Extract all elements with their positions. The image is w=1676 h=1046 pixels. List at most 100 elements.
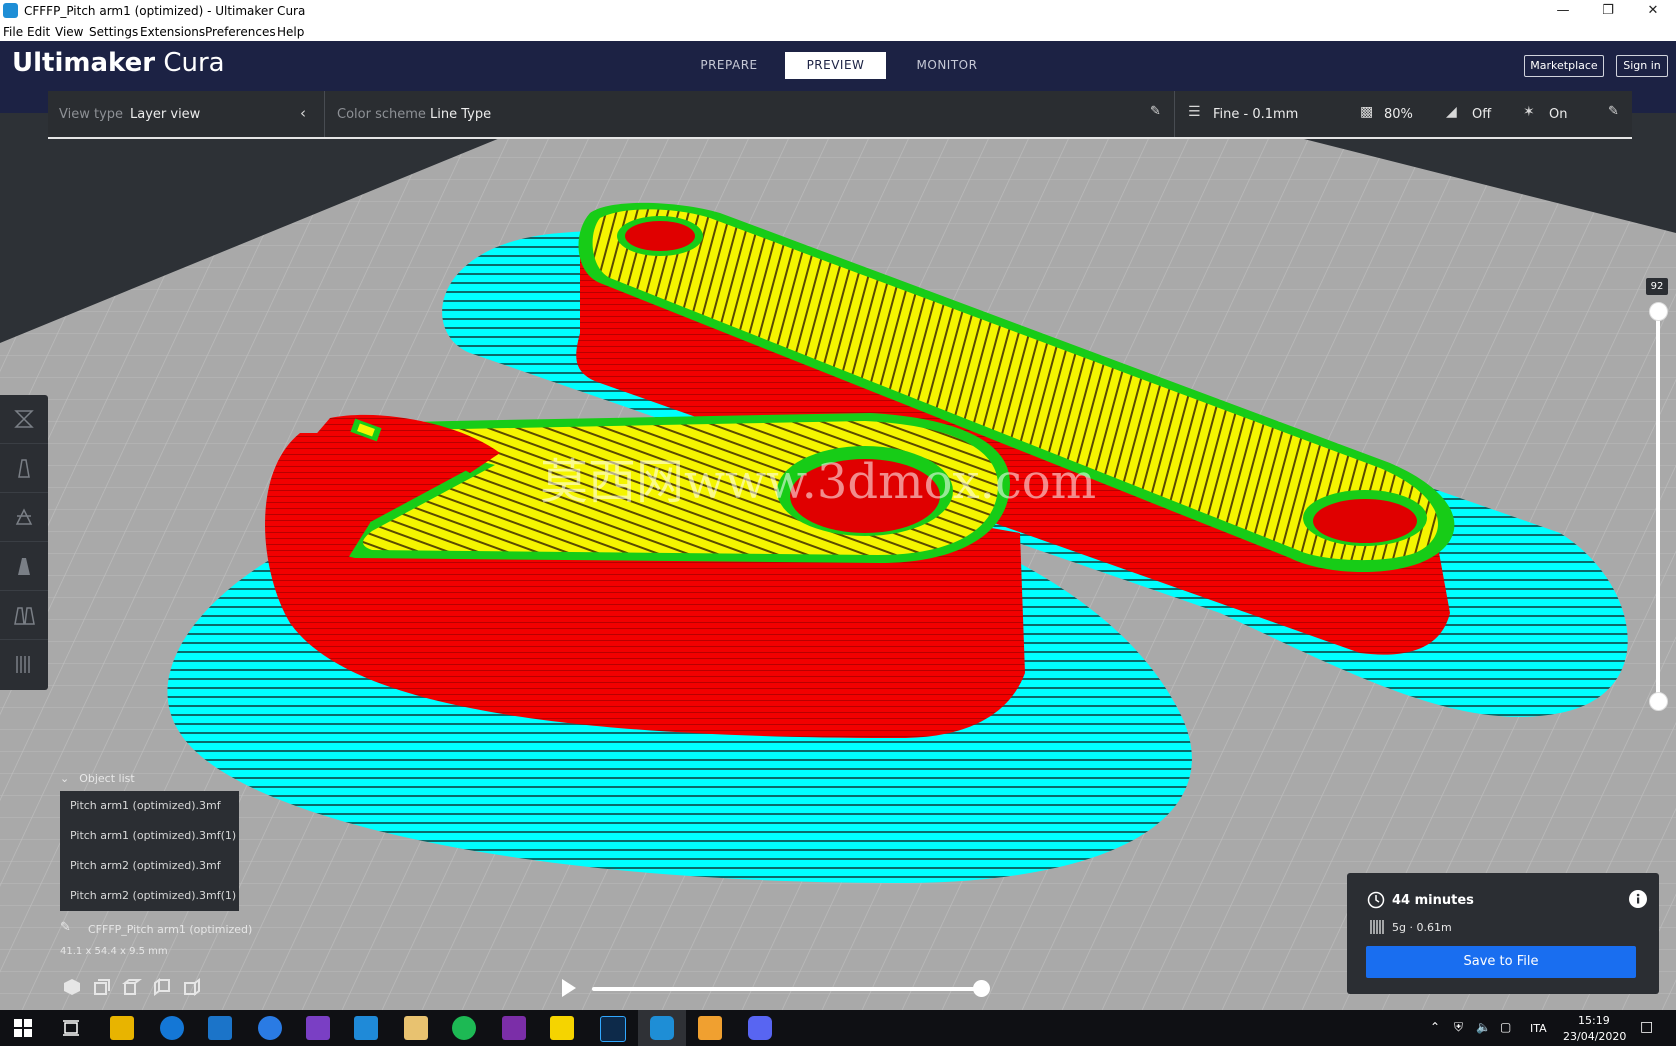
layer-number-badge: 92 (1646, 278, 1668, 295)
object-list-item[interactable]: Pitch arm2 (optimized).3mf(1) (70, 889, 236, 902)
cura-app-icon (3, 3, 18, 18)
right-view-icon[interactable] (182, 977, 202, 997)
onenote-icon[interactable] (502, 1016, 526, 1040)
clock-time[interactable]: 15:19 (1578, 1014, 1610, 1027)
support-blocker-icon[interactable] (0, 640, 48, 688)
profile-layers-icon: ☰ (1188, 104, 1201, 120)
save-to-file-button[interactable]: Save to File (1366, 946, 1636, 978)
simulation-handle[interactable] (973, 980, 990, 997)
title-bar: CFFFP_Pitch arm1 (optimized) - Ultimaker… (0, 0, 1676, 22)
menu-extensions[interactable]: Extensions (140, 25, 205, 39)
chevron-down-icon: ⌄ (60, 772, 70, 785)
info-icon[interactable] (1629, 890, 1647, 908)
pencil-icon[interactable]: ✎ (60, 920, 71, 935)
adhesion-icon: ✶ (1523, 104, 1535, 120)
print-estimate-panel: 44 minutes 5g · 0.61m Save to File (1347, 873, 1659, 994)
left-view-icon[interactable] (152, 977, 172, 997)
network-icon[interactable]: ▢ (1500, 1020, 1511, 1034)
firefox-icon[interactable] (258, 1016, 282, 1040)
tab-preview[interactable]: PREVIEW (785, 52, 886, 79)
front-view-icon[interactable] (92, 977, 112, 997)
simulation-track[interactable] (592, 987, 982, 991)
photoshop-icon[interactable] (600, 1016, 626, 1042)
rotate-tool-icon[interactable] (0, 493, 48, 542)
edge-icon[interactable] (160, 1016, 184, 1040)
move-tool-icon[interactable] (0, 395, 48, 444)
per-model-settings-icon[interactable] (0, 591, 48, 640)
visual-studio-icon[interactable] (306, 1016, 330, 1040)
sticky-notes-icon[interactable] (550, 1016, 574, 1040)
window-title: CFFFP_Pitch arm1 (optimized) - Ultimaker… (24, 4, 306, 18)
windows-taskbar: ⌃ ⛨ 🔈 ▢ ITA 15:19 23/04/2020 □ (0, 1010, 1676, 1046)
layer-slider-bottom-handle[interactable] (1649, 692, 1668, 711)
marketplace-button[interactable]: Marketplace (1524, 55, 1604, 77)
language-indicator[interactable]: ITA (1530, 1022, 1547, 1035)
cura-taskbar-icon[interactable] (650, 1016, 674, 1040)
mirror-tool-icon[interactable] (0, 542, 48, 591)
object-list-item[interactable]: Pitch arm1 (optimized).3mf(1) (70, 829, 236, 842)
view-type-value[interactable]: Layer view (130, 107, 200, 122)
app-n-icon[interactable] (698, 1016, 722, 1040)
menu-view[interactable]: View (55, 25, 83, 39)
play-icon[interactable] (562, 979, 576, 997)
left-toolbar (0, 395, 48, 690)
signin-button[interactable]: Sign in (1616, 55, 1668, 77)
vscode-icon[interactable] (354, 1016, 378, 1040)
object-list-item[interactable]: Pitch arm2 (optimized).3mf (70, 859, 221, 872)
infill-icon: ▩ (1360, 104, 1374, 120)
view-type-label: View type (59, 107, 124, 122)
menu-bar: File Edit View Settings Extensions Prefe… (0, 22, 1676, 41)
panel-divider (1174, 91, 1175, 137)
close-icon[interactable]: ✕ (1631, 0, 1675, 22)
layer-slider-top-handle[interactable] (1649, 302, 1668, 321)
file-explorer-icon[interactable] (110, 1016, 134, 1040)
pencil-icon[interactable]: ✎ (1608, 104, 1619, 119)
shield-icon[interactable]: ⛨ (1454, 1020, 1463, 1035)
menu-help[interactable]: Help (277, 25, 304, 39)
tab-prepare[interactable]: PREPARE (680, 52, 778, 79)
pencil-icon[interactable]: ✎ (1150, 104, 1161, 119)
support-value[interactable]: Off (1472, 107, 1491, 122)
view-settings-panel: View type Layer view ‹ Color scheme Line… (48, 91, 1632, 139)
layer-slider-track[interactable] (1656, 311, 1660, 700)
scale-tool-icon[interactable] (0, 444, 48, 493)
object-list-label: Object list (79, 772, 135, 785)
app-i-icon[interactable] (404, 1016, 428, 1040)
top-view-icon[interactable] (122, 977, 142, 997)
notification-icon[interactable]: □ (1640, 1019, 1653, 1035)
watermark-text: 莫西网www.3dmox.com (540, 454, 1096, 510)
speaker-muted-icon[interactable]: 🔈 (1476, 1020, 1491, 1034)
mail-icon[interactable] (208, 1016, 232, 1040)
infill-value[interactable]: 80% (1384, 107, 1413, 122)
color-scheme-value[interactable]: Line Type (430, 107, 491, 122)
object-dimensions: 41.1 x 54.4 x 9.5 mm (60, 946, 168, 957)
object-list: Pitch arm1 (optimized).3mf Pitch arm1 (o… (60, 791, 239, 911)
menu-preferences[interactable]: Preferences (205, 25, 276, 39)
task-view-icon[interactable] (62, 1019, 80, 1037)
menu-settings[interactable]: Settings (89, 25, 138, 39)
clock-date[interactable]: 23/04/2020 (1563, 1030, 1626, 1043)
menu-file[interactable]: File (3, 25, 23, 39)
restore-icon[interactable]: ❐ (1586, 0, 1630, 22)
color-scheme-label: Color scheme (337, 107, 426, 122)
windows-start-icon[interactable] (14, 1019, 32, 1037)
tab-monitor[interactable]: MONITOR (898, 52, 996, 79)
panel-divider (324, 91, 325, 137)
ultimaker-cura-logo: Ultimaker Cura (12, 48, 225, 78)
spotify-icon[interactable] (452, 1016, 476, 1040)
print-profile-value[interactable]: Fine - 0.1mm (1213, 107, 1298, 122)
chevron-left-icon[interactable]: ‹ (300, 104, 306, 122)
chevron-up-icon[interactable]: ⌃ (1430, 1020, 1440, 1034)
spool-icon (1370, 920, 1384, 934)
discord-icon[interactable] (748, 1016, 772, 1040)
clock-icon (1367, 891, 1385, 909)
object-list-item[interactable]: Pitch arm1 (optimized).3mf (70, 799, 221, 812)
selected-object-name: CFFFP_Pitch arm1 (optimized) (88, 923, 253, 936)
menu-edit[interactable]: Edit (27, 25, 50, 39)
object-list-header[interactable]: ⌄ Object list (60, 772, 135, 785)
support-icon: ◢ (1446, 104, 1457, 120)
estimated-time: 44 minutes (1392, 893, 1474, 908)
3d-view-icon[interactable] (62, 977, 82, 997)
adhesion-value[interactable]: On (1549, 107, 1567, 122)
minimize-icon[interactable]: — (1541, 0, 1585, 22)
